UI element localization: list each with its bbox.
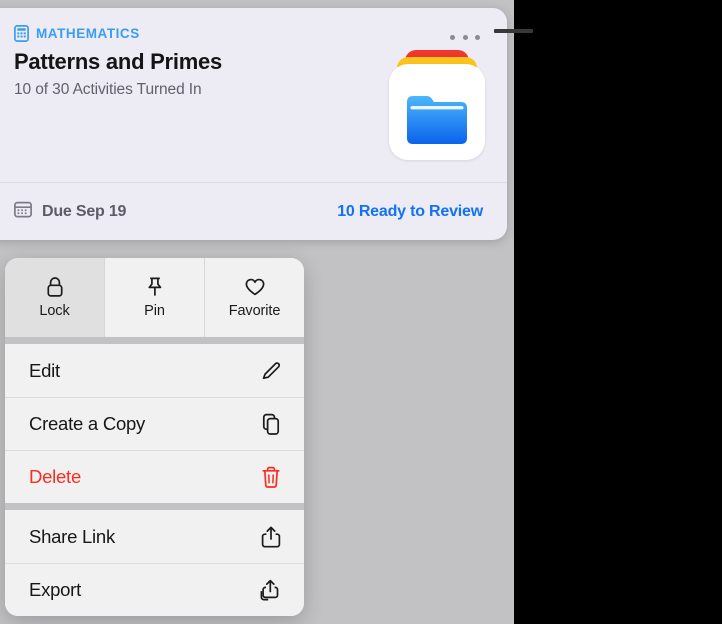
lock-icon (46, 276, 64, 298)
subject-line: MATHEMATICS (14, 24, 485, 42)
menu-group-one: Edit Create a Copy Delete (5, 344, 304, 503)
duplicate-icon (260, 413, 282, 436)
menu-group-separator (5, 337, 304, 344)
quick-action-pin[interactable]: Pin (104, 258, 204, 337)
export-icon (258, 578, 282, 602)
context-menu[interactable]: Lock Pin Favorite (5, 258, 304, 616)
subject-label: MATHEMATICS (36, 26, 140, 41)
quick-action-lock[interactable]: Lock (5, 258, 104, 337)
ellipsis-icon[interactable] (450, 30, 480, 44)
menu-item-share-link[interactable]: Share Link (5, 510, 304, 563)
folder-stack-icon (389, 50, 485, 160)
calendar-icon (14, 201, 32, 223)
menu-item-edit-label: Edit (29, 360, 60, 382)
share-icon (260, 525, 282, 549)
quick-action-favorite-label: Favorite (229, 303, 281, 319)
trash-icon (260, 466, 282, 489)
stage-backdrop: MATHEMATICS Patterns and Primes 10 of 30… (0, 0, 514, 624)
menu-item-create-a-copy[interactable]: Create a Copy (5, 397, 304, 450)
ready-to-review-link[interactable]: 10 Ready to Review (337, 203, 483, 221)
menu-item-export[interactable]: Export (5, 563, 304, 616)
calculator-icon (14, 25, 29, 42)
menu-item-edit[interactable]: Edit (5, 344, 304, 397)
menu-group-separator-two (5, 503, 304, 510)
heart-icon (244, 276, 266, 298)
menu-item-export-label: Export (29, 579, 81, 601)
quick-actions-row: Lock Pin Favorite (5, 258, 304, 337)
due-date-label: Due Sep 19 (42, 203, 126, 221)
callout-leader-line (494, 29, 533, 33)
pencil-icon (260, 360, 282, 382)
quick-action-lock-label: Lock (39, 303, 69, 319)
blue-folder-icon (403, 92, 471, 148)
menu-item-share-link-label: Share Link (29, 526, 115, 548)
menu-group-two: Share Link Export (5, 510, 304, 616)
menu-item-create-a-copy-label: Create a Copy (29, 413, 145, 435)
quick-action-pin-label: Pin (144, 303, 165, 319)
card-body: MATHEMATICS Patterns and Primes 10 of 30… (0, 8, 507, 182)
pin-icon (146, 276, 164, 298)
menu-item-delete-label: Delete (29, 466, 81, 488)
artwork-card-white (389, 64, 485, 160)
menu-item-delete[interactable]: Delete (5, 450, 304, 503)
card-footer: Due Sep 19 10 Ready to Review (0, 182, 507, 240)
quick-action-favorite[interactable]: Favorite (204, 258, 304, 337)
assignment-card[interactable]: MATHEMATICS Patterns and Primes 10 of 30… (0, 8, 507, 240)
due-group: Due Sep 19 (14, 201, 126, 223)
